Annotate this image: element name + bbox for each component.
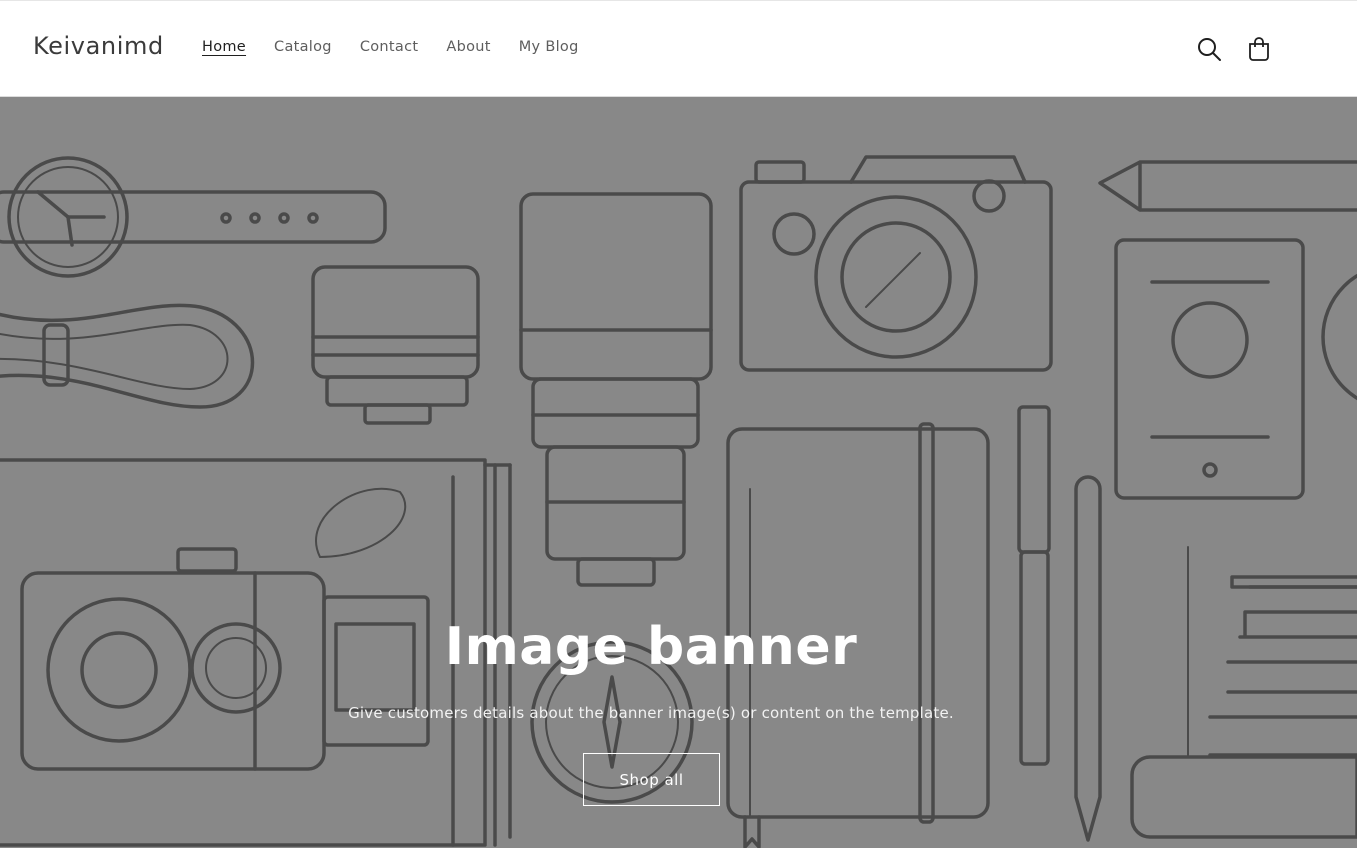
cable-illustration bbox=[0, 303, 255, 409]
passport-illustration bbox=[1114, 238, 1305, 500]
long-lens-illustration bbox=[519, 192, 713, 587]
search-icon bbox=[1198, 38, 1221, 61]
main-nav: Home Catalog Contact About My Blog bbox=[202, 39, 607, 55]
watch-illustration bbox=[0, 156, 387, 278]
nav-about[interactable]: About bbox=[446, 39, 490, 55]
banner-illustration bbox=[0, 155, 1357, 848]
banner-description: Give customers details about the banner … bbox=[348, 704, 954, 722]
jar-illustration bbox=[1130, 546, 1357, 839]
store-logo[interactable]: Keivanimd bbox=[33, 32, 164, 60]
cart-icon bbox=[1249, 37, 1269, 61]
site-header: Keivanimd Home Catalog Contact About My … bbox=[0, 1, 1357, 97]
image-banner: Image banner Give customers details abou… bbox=[0, 97, 1357, 848]
shop-all-button[interactable]: Shop all bbox=[583, 753, 720, 806]
small-lens-illustration bbox=[311, 265, 480, 425]
banner-title: Image banner bbox=[444, 617, 858, 677]
search-button[interactable] bbox=[1194, 34, 1224, 64]
nav-contact[interactable]: Contact bbox=[360, 39, 419, 55]
nav-home[interactable]: Home bbox=[202, 39, 246, 55]
pencil-illustration bbox=[1098, 160, 1357, 212]
nav-my-blog[interactable]: My Blog bbox=[519, 39, 579, 55]
cart-button[interactable] bbox=[1244, 34, 1274, 64]
camera-illustration bbox=[739, 155, 1053, 372]
nav-catalog[interactable]: Catalog bbox=[274, 39, 332, 55]
edge-lens-illustration bbox=[1321, 273, 1357, 401]
